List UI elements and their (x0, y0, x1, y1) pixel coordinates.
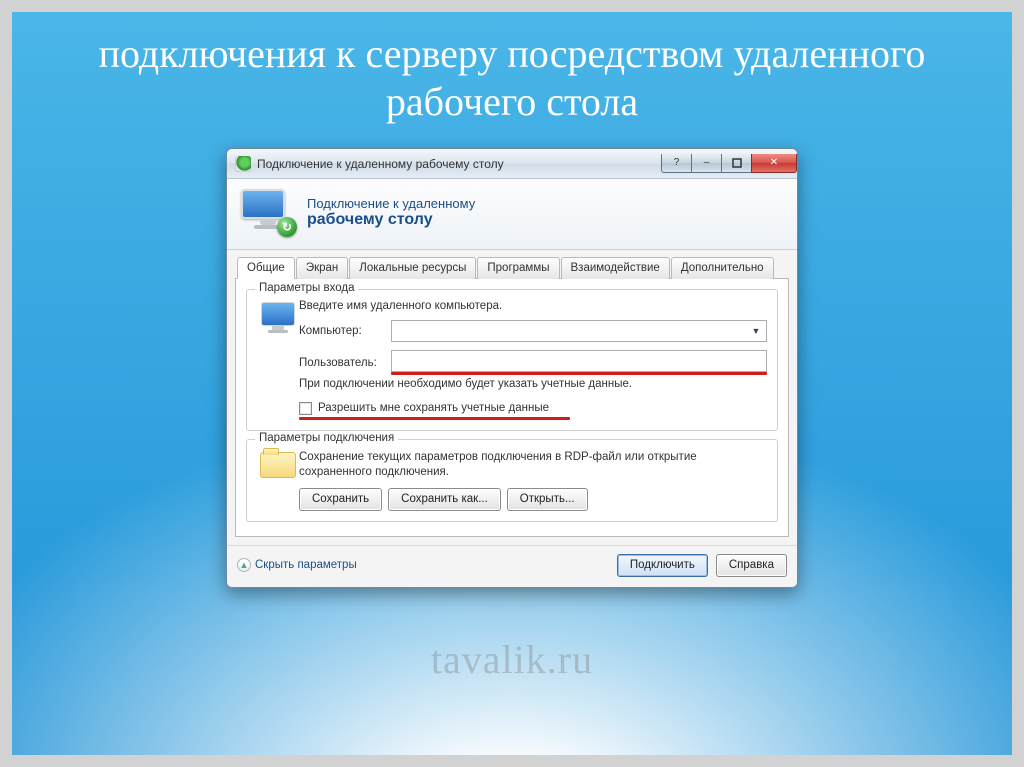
save-button[interactable]: Сохранить (299, 488, 382, 511)
rdp-window: Подключение к удаленному рабочему столу … (226, 148, 798, 588)
computer-label: Компьютер: (299, 325, 391, 337)
open-button[interactable]: Открыть... (507, 488, 588, 511)
help-button[interactable]: ? (661, 154, 691, 173)
tab-display[interactable]: Экран (296, 257, 348, 279)
dialog-container: Подключение к удаленному рабочему столу … (226, 148, 798, 588)
tab-programs[interactable]: Программы (477, 257, 559, 279)
save-credentials-checkbox[interactable] (299, 402, 312, 415)
help-button-footer[interactable]: Справка (716, 554, 787, 577)
tab-local-resources[interactable]: Локальные ресурсы (349, 257, 476, 279)
connect-button[interactable]: Подключить (617, 554, 708, 577)
banner-text: Подключение к удаленному рабочему столу (307, 196, 475, 229)
minimize-button[interactable]: – (691, 154, 721, 173)
login-hint: Введите имя удаленного компьютера. (299, 300, 767, 312)
app-icon (235, 156, 251, 172)
maximize-icon (732, 158, 742, 168)
tab-advanced[interactable]: Дополнительно (671, 257, 774, 279)
banner: ↻ Подключение к удаленному рабочему стол… (227, 179, 797, 250)
hide-params-label: Скрыть параметры (255, 559, 357, 571)
rdp-icon: ↻ (241, 189, 295, 235)
slide-background: подключения к серверу посредством удален… (0, 0, 1024, 767)
highlight-checkbox (299, 417, 570, 420)
window-buttons: ? – ✕ (661, 155, 797, 173)
user-label: Пользователь: (299, 357, 391, 369)
credentials-note: При подключении необходимо будет указать… (299, 377, 767, 392)
group-login: Параметры входа Введите имя удаленн (246, 289, 778, 431)
tab-general[interactable]: Общие (237, 257, 295, 279)
save-credentials-row[interactable]: Разрешить мне сохранять учетные данные (299, 402, 767, 415)
computer-combobox[interactable]: ▼ (391, 320, 767, 342)
computer-icon (257, 300, 299, 420)
titlebar[interactable]: Подключение к удаленному рабочему столу … (227, 149, 797, 179)
hide-params-link[interactable]: ▲ Скрыть параметры (237, 558, 609, 572)
dialog-footer: ▲ Скрыть параметры Подключить Справка (227, 545, 797, 587)
tab-body-general: Параметры входа Введите имя удаленн (235, 279, 789, 537)
watermark: tavalik.ru (12, 636, 1012, 683)
highlight-user (391, 372, 767, 375)
client-area: Общие Экран Локальные ресурсы Программы … (227, 250, 797, 545)
window-title: Подключение к удаленному рабочему столу (257, 157, 661, 171)
group-connection: Параметры подключения Сохранение текущих… (246, 439, 778, 522)
folder-icon (257, 450, 299, 511)
maximize-button[interactable] (721, 154, 751, 173)
group-connection-legend: Параметры подключения (255, 432, 398, 444)
slide-title: подключения к серверу посредством удален… (12, 12, 1012, 136)
tab-row: Общие Экран Локальные ресурсы Программы … (235, 256, 789, 279)
chevron-down-icon: ▼ (748, 323, 764, 339)
connection-desc: Сохранение текущих параметров подключени… (299, 450, 767, 480)
close-button[interactable]: ✕ (751, 154, 797, 173)
user-field[interactable] (391, 350, 767, 372)
banner-line2: рабочему столу (307, 211, 475, 229)
banner-line1: Подключение к удаленному (307, 196, 475, 211)
tab-experience[interactable]: Взаимодействие (561, 257, 670, 279)
group-login-legend: Параметры входа (255, 282, 358, 294)
save-credentials-label: Разрешить мне сохранять учетные данные (318, 402, 549, 414)
chevron-up-icon: ▲ (237, 558, 251, 572)
save-as-button[interactable]: Сохранить как... (388, 488, 501, 511)
